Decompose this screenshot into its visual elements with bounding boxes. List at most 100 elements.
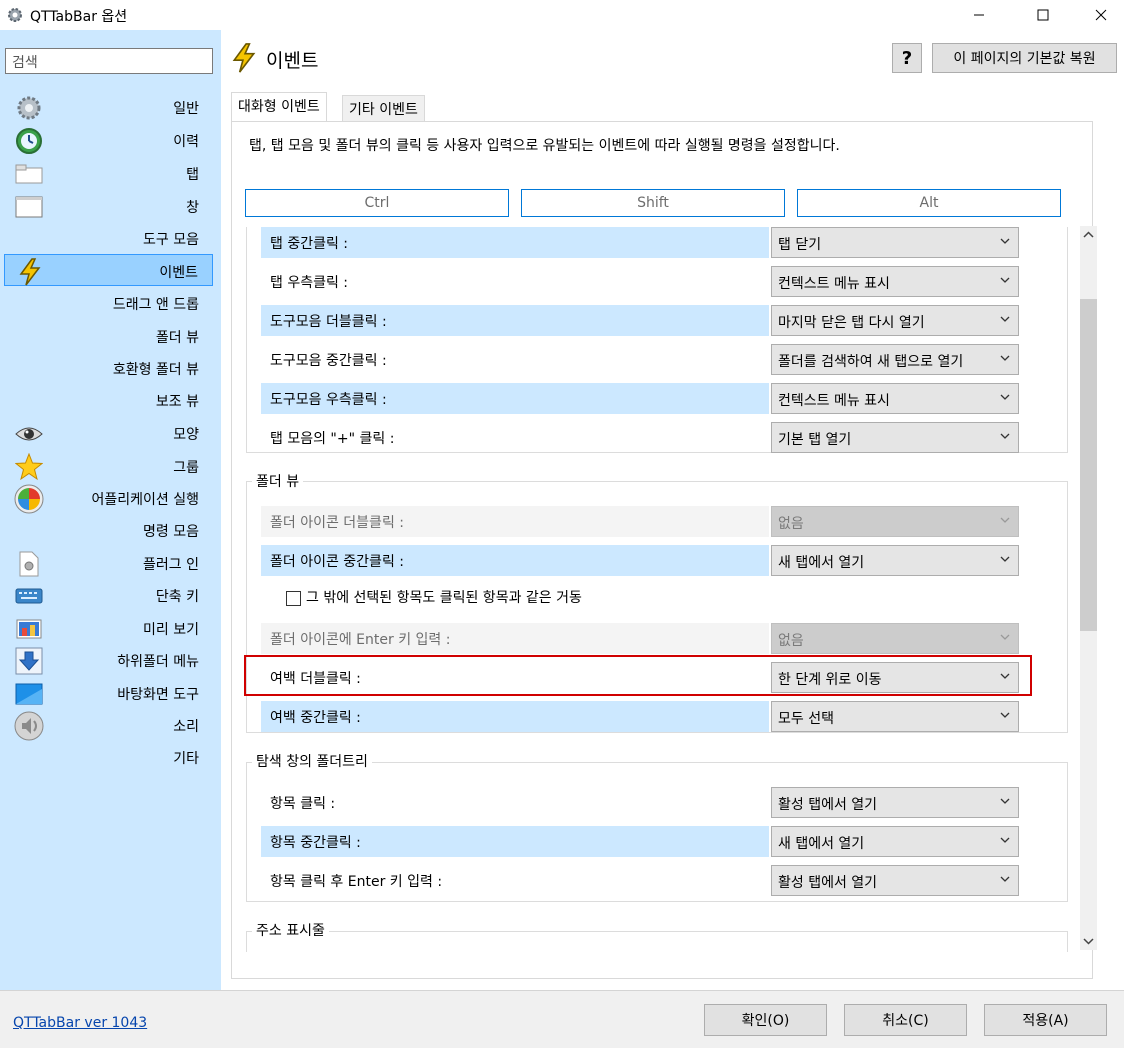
sidebar-item-label: 모양 [173,427,199,443]
sidebar-item-group[interactable]: 그룹 [4,450,213,482]
sidebar-item-toolbar[interactable]: 도구 모음 [4,222,213,254]
sidebar-item-subfolder-menu[interactable]: 하위폴더 메뉴 [4,644,213,676]
gear-icon [14,95,44,121]
gear-icon [8,8,22,22]
star-icon [14,453,44,481]
dropdown-value: 없음 [778,633,804,649]
dropdown-value: 컨텍스트 메뉴 표시 [778,393,890,409]
event-dropdown[interactable]: 활성 탭에서 열기 [771,865,1019,896]
description: 탭, 탭 모음 및 폴더 뷰의 클릭 등 사용자 입력으로 유발되는 이벤트에 … [249,138,840,154]
scroll-down-icon[interactable] [1082,936,1095,946]
vertical-scrollbar[interactable] [1080,226,1097,950]
events-scroll-area[interactable]: 탭 중간클릭 : 탭 닫기 탭 우측클릭 : 컨텍스트 메뉴 표시 도구모음 더… [232,227,1090,952]
close-icon [1095,9,1107,21]
shift-button[interactable]: Shift [521,189,785,217]
restore-defaults-button[interactable]: 이 페이지의 기본값 복원 [932,43,1117,73]
chevron-down-icon [1000,433,1010,439]
tab-panel: 탭, 탭 모음 및 폴더 뷰의 클릭 등 사용자 입력으로 유발되는 이벤트에 … [231,121,1097,979]
event-dropdown[interactable]: 새 탭에서 열기 [771,826,1019,857]
chevron-down-icon [1000,277,1010,283]
sidebar-item-label: 단축 키 [155,589,199,605]
event-label: 항목 중간클릭 : [261,826,769,857]
main-panel: 이벤트 ? 이 페이지의 기본값 복원 대화형 이벤트 기타 이벤트 탭, 탭 … [221,30,1124,990]
sidebar-item-shortcut-keys[interactable]: 단축 키 [4,579,213,611]
sidebar-item-desktop-tool[interactable]: 바탕화면 도구 [4,677,213,709]
event-dropdown[interactable]: 새 탭에서 열기 [771,545,1019,576]
event-dropdown[interactable]: 없음 [771,623,1019,654]
sidebar-item-sound[interactable]: 소리 [4,709,213,741]
sidebar-item-label: 바탕화면 도구 [117,687,199,703]
maximize-button[interactable] [1020,0,1066,30]
sidebar-item-misc[interactable]: 기타 [4,741,213,773]
plugin-icon [14,551,44,577]
close-button[interactable] [1078,0,1124,30]
dropdown-value: 기본 탭 열기 [778,432,852,448]
desktop-icon [14,681,44,707]
dropdown-value: 새 탭에서 열기 [778,555,865,571]
event-label: 탭 우측클릭 : [270,275,349,291]
event-row: 도구모음 더블클릭 : 마지막 닫은 탭 다시 열기 [261,305,1019,336]
sidebar-item-label: 플러그 인 [143,557,199,573]
help-button[interactable]: ? [892,43,922,73]
sidebar-item-drag-drop[interactable]: 드래그 앤 드롭 [4,287,213,319]
chevron-down-icon [1000,316,1010,322]
window-icon [14,194,44,220]
speaker-icon [14,711,44,741]
sidebar: 검색 일반 이력 탭 창 도구 모음 이벤트 드래그 앤 드롭 폴더 뷰 호환형… [0,30,221,990]
sidebar-item-sub-view[interactable]: 보조 뷰 [4,384,213,416]
sidebar-item-plugin[interactable]: 플러그 인 [4,547,213,579]
sidebar-item-tab[interactable]: 탭 [4,157,213,189]
tab-other-events[interactable]: 기타 이벤트 [342,95,425,121]
search-input[interactable]: 검색 [5,48,213,74]
sidebar-item-appearance[interactable]: 모양 [4,417,213,449]
tab-interactive-events[interactable]: 대화형 이벤트 [231,92,327,122]
sidebar-item-history[interactable]: 이력 [4,124,213,156]
sidebar-item-compat-folder-view[interactable]: 호환형 폴더 뷰 [4,352,213,384]
lightning-icon [15,258,45,286]
event-dropdown[interactable]: 컨텍스트 메뉴 표시 [771,266,1019,297]
event-dropdown[interactable]: 마지막 닫은 탭 다시 열기 [771,305,1019,336]
ok-button[interactable]: 확인(O) [704,1004,827,1036]
sidebar-item-label: 드래그 앤 드롭 [112,297,199,313]
event-dropdown[interactable]: 컨텍스트 메뉴 표시 [771,383,1019,414]
same-behavior-checkbox[interactable] [286,591,301,606]
scroll-thumb[interactable] [1080,299,1097,631]
ctrl-button[interactable]: Ctrl [245,189,509,217]
apply-button[interactable]: 적용(A) [984,1004,1107,1036]
dropdown-value: 새 탭에서 열기 [778,836,865,852]
event-row: 폴더 아이콘 더블클릭 : 없음 [261,506,1019,537]
sidebar-item-general[interactable]: 일반 [4,91,213,123]
chevron-down-icon [1000,798,1010,804]
alt-button[interactable]: Alt [797,189,1061,217]
sidebar-item-command-bar[interactable]: 명령 모음 [4,514,213,546]
sidebar-item-label: 미리 보기 [143,622,199,638]
event-dropdown[interactable]: 없음 [771,506,1019,537]
event-row: 항목 중간클릭 : 새 탭에서 열기 [261,826,1019,857]
sidebar-item-events[interactable]: 이벤트 [4,254,213,286]
address-bar-group [246,931,1068,952]
event-dropdown[interactable]: 활성 탭에서 열기 [771,787,1019,818]
chevron-down-icon [1000,517,1010,523]
sidebar-item-label: 일반 [173,101,199,117]
minimize-button[interactable] [956,0,1002,30]
event-dropdown[interactable]: 모두 선택 [771,701,1019,732]
cancel-button[interactable]: 취소(C) [844,1004,967,1036]
sidebar-item-label: 호환형 폴더 뷰 [112,362,199,378]
event-dropdown[interactable]: 기본 탭 열기 [771,422,1019,453]
version-link[interactable]: QTTabBar ver 1043 [13,1015,147,1031]
sidebar-item-window[interactable]: 창 [4,190,213,222]
event-label: 폴더 아이콘에 Enter 키 입력 : [261,623,769,654]
sidebar-item-preview[interactable]: 미리 보기 [4,612,213,644]
sidebar-item-app-launcher[interactable]: 어플리케이션 실행 [4,482,213,514]
sidebar-item-folder-view[interactable]: 폴더 뷰 [4,320,213,352]
eye-icon [14,421,44,447]
dropdown-value: 마지막 닫은 탭 다시 열기 [778,315,925,331]
event-dropdown[interactable]: 폴더를 검색하여 새 탭으로 열기 [771,344,1019,375]
event-row: 폴더 아이콘에 Enter 키 입력 : 없음 [261,623,1019,654]
dropdown-value: 활성 탭에서 열기 [778,875,878,891]
window-title: QTTabBar 옵션 [30,9,128,25]
event-dropdown[interactable]: 탭 닫기 [771,227,1019,258]
scroll-up-icon[interactable] [1082,230,1095,240]
chevron-down-icon [1000,355,1010,361]
sidebar-item-label: 도구 모음 [143,232,199,248]
